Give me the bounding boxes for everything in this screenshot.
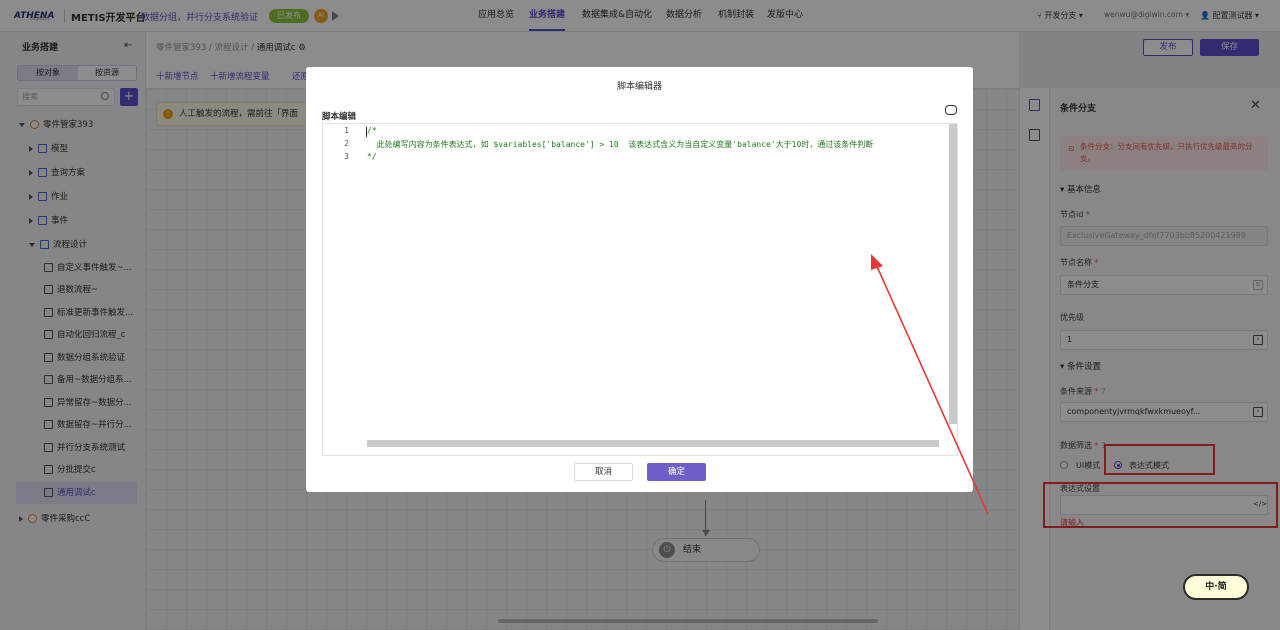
language-widget[interactable]: 中·简 <box>1183 574 1249 600</box>
annotation-arrow <box>871 254 989 515</box>
